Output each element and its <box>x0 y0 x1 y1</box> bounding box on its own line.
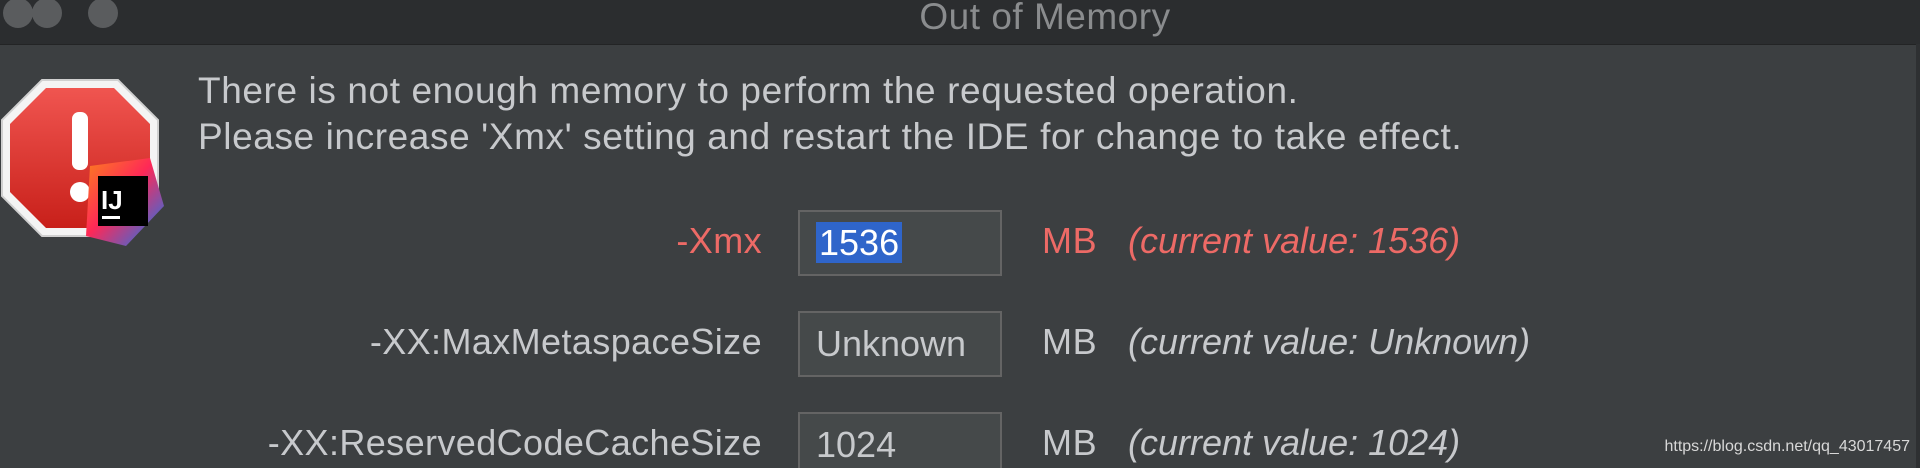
code-cache-input-value[interactable]: 1024 <box>816 424 896 465</box>
setting-row-xmx: -Xmx 1536 MB (current value: 1536) <box>0 210 1920 280</box>
watermark-text: https://blog.csdn.net/qq_43017457 <box>1664 438 1910 455</box>
right-edge <box>1916 44 1920 468</box>
code-cache-input[interactable]: 1024 <box>798 412 1002 468</box>
setting-row-metaspace: -XX:MaxMetaspaceSize Unknown MB (current… <box>0 311 1920 381</box>
setting-row-code-cache: -XX:ReservedCodeCacheSize 1024 MB (curre… <box>0 412 1920 468</box>
metaspace-current-value: (current value: Unknown) <box>1128 321 1531 362</box>
metaspace-unit: MB <box>1042 321 1098 362</box>
error-message: There is not enough memory to perform th… <box>198 68 1462 160</box>
metaspace-input-value[interactable]: Unknown <box>816 323 966 364</box>
metaspace-input[interactable]: Unknown <box>798 311 1002 377</box>
xmx-input-value[interactable]: 1536 <box>816 222 903 263</box>
code-cache-current-value: (current value: 1024) <box>1128 422 1461 463</box>
code-cache-unit: MB <box>1042 422 1098 463</box>
xmx-current-value: (current value: 1536) <box>1128 220 1461 261</box>
setting-label-xmx: -Xmx <box>676 220 762 261</box>
dialog-title: Out of Memory <box>919 0 1171 37</box>
setting-label-code-cache: -XX:ReservedCodeCacheSize <box>267 422 762 463</box>
out-of-memory-dialog: Out of Memory IJ There is not enough mem… <box>0 0 1920 468</box>
xmx-input[interactable]: 1536 <box>798 210 1002 276</box>
title-bar: Out of Memory <box>0 0 1920 45</box>
xmx-unit: MB <box>1042 220 1098 261</box>
message-line-2: Please increase 'Xmx' setting and restar… <box>198 116 1463 157</box>
message-line-1: There is not enough memory to perform th… <box>198 70 1299 111</box>
setting-label-metaspace: -XX:MaxMetaspaceSize <box>369 321 762 362</box>
